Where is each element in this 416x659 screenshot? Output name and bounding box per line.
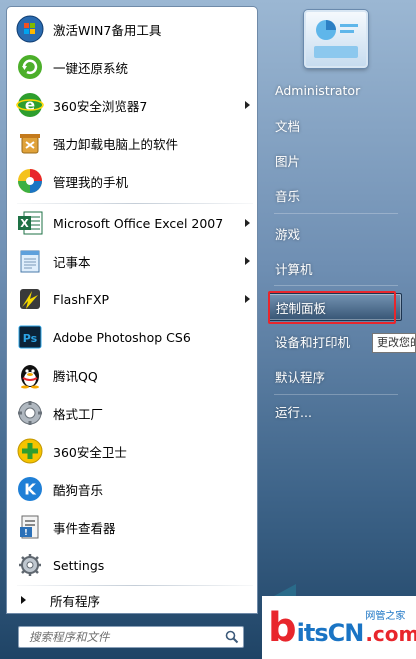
qq-penguin-icon — [15, 360, 45, 390]
right-item-label: 计算机 — [275, 261, 313, 277]
program-item-flashfxp[interactable]: FlashFXP — [11, 281, 255, 317]
program-item-format-factory[interactable]: 格式工厂 — [11, 395, 255, 431]
green-restore-icon — [15, 52, 45, 82]
tooltip: 更改您的 — [372, 333, 416, 353]
highlight-annotation-box — [268, 291, 396, 324]
search-box[interactable] — [18, 626, 244, 648]
program-item-360-safe[interactable]: 360安全卫士 — [11, 433, 255, 469]
all-programs-button[interactable]: 所有程序 — [11, 588, 255, 612]
right-item-label: 图片 — [275, 153, 301, 169]
submenu-arrow-icon — [245, 257, 250, 265]
watermark-wordmark: b itsCN — [268, 604, 365, 651]
watermark-rest: itsCN — [296, 618, 365, 647]
program-label: 事件查看器 — [53, 520, 116, 536]
right-item-music[interactable]: 音乐 — [268, 181, 402, 209]
watermark-b: b — [268, 604, 297, 651]
kugou-icon: K — [15, 474, 45, 504]
user-name-label: Administrator — [275, 82, 361, 98]
program-label: 酷狗音乐 — [53, 482, 104, 498]
svg-text:e: e — [25, 96, 35, 114]
right-item-label: 设备和打印机 — [275, 334, 351, 350]
program-separator — [17, 585, 253, 586]
program-label: 管理我的手机 — [53, 174, 129, 190]
360-browser-icon: e — [15, 90, 45, 120]
right-item-default-programs[interactable]: 默认程序 — [268, 362, 402, 390]
triangle-right-icon — [21, 596, 26, 604]
program-label: 360安全卫士 — [53, 444, 127, 460]
right-separator — [274, 213, 398, 214]
notepad-icon — [15, 246, 45, 276]
program-label: 360安全浏览器7 — [53, 98, 148, 114]
program-item-settings[interactable]: Settings — [11, 547, 255, 583]
program-label: 腾讯QQ — [53, 368, 98, 384]
right-separator — [274, 285, 398, 286]
photoshop-icon: Ps — [15, 322, 45, 352]
search-icon[interactable] — [221, 627, 243, 647]
360-safe-icon — [15, 436, 45, 466]
watermark-top: 网管之家 — [365, 610, 406, 622]
right-item-run[interactable]: 运行... — [268, 397, 402, 425]
program-item-excel[interactable]: X Microsoft Office Excel 2007 — [11, 205, 255, 241]
user-picture[interactable] — [304, 10, 368, 68]
programs-pane: 激活WIN7备用工具 一键还原系统 e 360安全浏览器7 强力卸载电脑上的软件… — [6, 6, 258, 614]
svg-text:Ps: Ps — [23, 332, 38, 345]
watermark-side: 网管之家 .com — [365, 611, 416, 645]
win7-orb-icon — [15, 14, 45, 44]
program-item-360-browser[interactable]: e 360安全浏览器7 — [11, 87, 255, 123]
right-item-label: 音乐 — [275, 188, 301, 204]
watermark-com: .com — [365, 621, 416, 646]
search-input[interactable] — [19, 627, 221, 647]
right-item-pictures[interactable]: 图片 — [268, 146, 402, 174]
program-label: 强力卸载电脑上的软件 — [53, 136, 179, 152]
program-item-event-viewer[interactable]: ! 事件查看器 — [11, 509, 255, 545]
right-item-games[interactable]: 游戏 — [268, 219, 402, 247]
submenu-arrow-icon — [245, 295, 250, 303]
right-item-administrator[interactable]: Administrator — [268, 76, 402, 104]
right-separator — [274, 394, 398, 395]
program-item-qq[interactable]: 腾讯QQ — [11, 357, 255, 393]
program-item-photoshop[interactable]: Ps Adobe Photoshop CS6 — [11, 319, 255, 355]
submenu-arrow-icon — [245, 219, 250, 227]
program-label: 记事本 — [53, 254, 91, 270]
phone-manager-icon — [15, 166, 45, 196]
program-label: FlashFXP — [53, 291, 110, 307]
bitscn-watermark-logo: b itsCN 网管之家 .com — [262, 596, 416, 659]
right-item-label: 游戏 — [275, 226, 301, 242]
flashfxp-icon — [15, 284, 45, 314]
program-item-restore[interactable]: 一键还原系统 — [11, 49, 255, 85]
program-label: Microsoft Office Excel 2007 — [53, 215, 224, 231]
uninstall-bin-icon — [15, 128, 45, 158]
event-viewer-icon: ! — [15, 512, 45, 542]
program-label: 格式工厂 — [53, 406, 104, 422]
svg-text:K: K — [24, 481, 37, 499]
settings-icon — [15, 550, 45, 580]
program-separator — [17, 203, 253, 204]
svg-text:!: ! — [24, 528, 28, 537]
right-item-label: 运行... — [275, 404, 312, 420]
program-item-notepad[interactable]: 记事本 — [11, 243, 255, 279]
program-label: 一键还原系统 — [53, 60, 129, 76]
program-item-win7-tool[interactable]: 激活WIN7备用工具 — [11, 11, 255, 47]
excel-icon: X — [15, 208, 45, 238]
program-label: Settings — [53, 557, 105, 573]
program-label: Adobe Photoshop CS6 — [53, 329, 191, 345]
all-programs-label: 所有程序 — [50, 593, 101, 609]
program-item-phone-manager[interactable]: 管理我的手机 — [11, 163, 255, 199]
program-label: 激活WIN7备用工具 — [53, 22, 162, 38]
right-item-label: 默认程序 — [275, 369, 326, 385]
format-factory-icon — [15, 398, 45, 428]
right-item-label: 文档 — [275, 118, 301, 134]
right-item-documents[interactable]: 文档 — [268, 111, 402, 139]
program-item-kugou[interactable]: K 酷狗音乐 — [11, 471, 255, 507]
right-item-computer[interactable]: 计算机 — [268, 254, 402, 282]
svg-text:X: X — [20, 217, 29, 230]
program-item-uninstall[interactable]: 强力卸载电脑上的软件 — [11, 125, 255, 161]
submenu-arrow-icon — [245, 101, 250, 109]
